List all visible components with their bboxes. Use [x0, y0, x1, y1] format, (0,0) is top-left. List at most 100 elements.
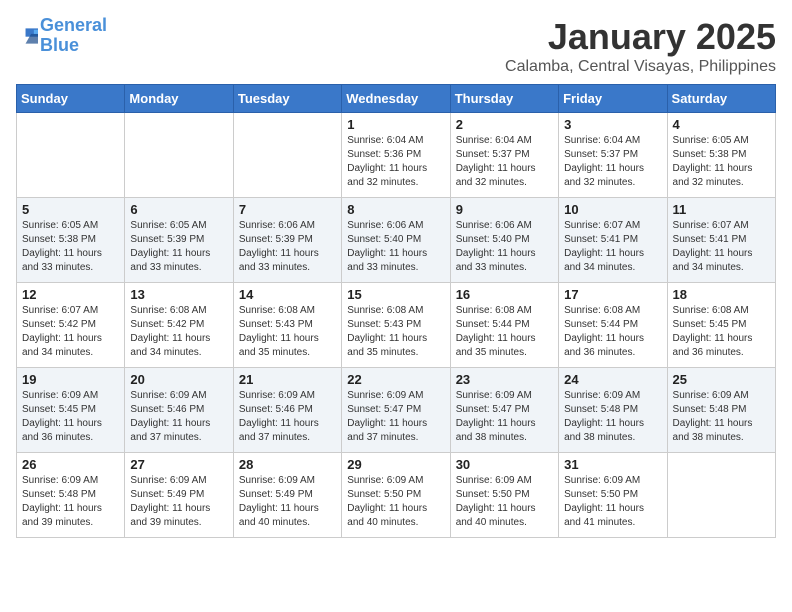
location-title: Calamba, Central Visayas, Philippines [505, 58, 776, 76]
day-number: 8 [347, 202, 444, 217]
cell-info: Sunrise: 6:07 AM Sunset: 5:41 PM Dayligh… [564, 219, 661, 275]
cell-info: Sunrise: 6:09 AM Sunset: 5:48 PM Dayligh… [22, 474, 119, 530]
header: General Blue January 2025 Calamba, Centr… [16, 16, 776, 76]
logo-icon [18, 27, 40, 45]
week-row-2: 5 Sunrise: 6:05 AM Sunset: 5:38 PM Daylig… [17, 198, 776, 283]
logo: General Blue [16, 16, 107, 56]
day-number: 11 [673, 202, 770, 217]
day-number: 10 [564, 202, 661, 217]
day-cell: 16 Sunrise: 6:08 AM Sunset: 5:44 PM Dayli… [450, 283, 558, 368]
day-number: 27 [130, 457, 227, 472]
cell-info: Sunrise: 6:05 AM Sunset: 5:38 PM Dayligh… [673, 134, 770, 190]
day-cell: 17Sunrise: 6:08 AM Sunset: 5:44 PM Dayli… [559, 283, 667, 368]
cell-info: Sunrise: 6:09 AM Sunset: 5:46 PM Dayligh… [130, 389, 227, 445]
day-cell: 2 Sunrise: 6:04 AM Sunset: 5:37 PM Daylig… [450, 113, 558, 198]
day-cell: 6 Sunrise: 6:05 AM Sunset: 5:39 PM Daylig… [125, 198, 233, 283]
cell-info: Sunrise: 6:08 AM Sunset: 5:44 PM Dayligh… [456, 304, 553, 360]
cell-info: Sunrise: 6:08 AM Sunset: 5:42 PM Dayligh… [130, 304, 227, 360]
day-cell [233, 113, 341, 198]
day-number: 28 [239, 457, 336, 472]
col-header-tuesday: Tuesday [233, 85, 341, 113]
day-number: 4 [673, 117, 770, 132]
day-cell: 18 Sunrise: 6:08 AM Sunset: 5:45 PM Dayli… [667, 283, 775, 368]
day-number: 23 [456, 372, 553, 387]
day-cell: 8 Sunrise: 6:06 AM Sunset: 5:40 PM Daylig… [342, 198, 450, 283]
day-number: 3 [564, 117, 661, 132]
day-cell: 15 Sunrise: 6:08 AM Sunset: 5:43 PM Dayli… [342, 283, 450, 368]
day-number: 25 [673, 372, 770, 387]
day-cell: 31 Sunrise: 6:09 AM Sunset: 5:50 PM Dayli… [559, 453, 667, 538]
title-area: January 2025 Calamba, Central Visayas, P… [505, 16, 776, 76]
cell-info: Sunrise: 6:09 AM Sunset: 5:49 PM Dayligh… [130, 474, 227, 530]
day-number: 7 [239, 202, 336, 217]
cell-info: Sunrise: 6:07 AM Sunset: 5:41 PM Dayligh… [673, 219, 770, 275]
day-number: 2 [456, 117, 553, 132]
day-cell: 24 Sunrise: 6:09 AM Sunset: 5:48 PM Dayli… [559, 368, 667, 453]
week-row-1: 1 Sunrise: 6:04 AM Sunset: 5:36 PM Daylig… [17, 113, 776, 198]
logo-text: General Blue [40, 16, 107, 56]
day-cell: 22Sunrise: 6:09 AM Sunset: 5:47 PM Dayli… [342, 368, 450, 453]
week-row-3: 12 Sunrise: 6:07 AM Sunset: 5:42 PM Dayli… [17, 283, 776, 368]
day-number: 12 [22, 287, 119, 302]
day-cell: 9Sunrise: 6:06 AM Sunset: 5:40 PM Daylig… [450, 198, 558, 283]
calendar-table: SundayMondayTuesdayWednesdayThursdayFrid… [16, 84, 776, 538]
cell-info: Sunrise: 6:08 AM Sunset: 5:43 PM Dayligh… [239, 304, 336, 360]
cell-info: Sunrise: 6:04 AM Sunset: 5:37 PM Dayligh… [456, 134, 553, 190]
cell-info: Sunrise: 6:04 AM Sunset: 5:36 PM Dayligh… [347, 134, 444, 190]
day-cell: 29 Sunrise: 6:09 AM Sunset: 5:50 PM Dayli… [342, 453, 450, 538]
cell-info: Sunrise: 6:09 AM Sunset: 5:49 PM Dayligh… [239, 474, 336, 530]
day-number: 21 [239, 372, 336, 387]
col-header-sunday: Sunday [17, 85, 125, 113]
day-cell: 13 Sunrise: 6:08 AM Sunset: 5:42 PM Dayli… [125, 283, 233, 368]
cell-info: Sunrise: 6:09 AM Sunset: 5:45 PM Dayligh… [22, 389, 119, 445]
cell-info: Sunrise: 6:06 AM Sunset: 5:39 PM Dayligh… [239, 219, 336, 275]
day-cell: 19 Sunrise: 6:09 AM Sunset: 5:45 PM Dayli… [17, 368, 125, 453]
day-cell: 20Sunrise: 6:09 AM Sunset: 5:46 PM Dayli… [125, 368, 233, 453]
cell-info: Sunrise: 6:09 AM Sunset: 5:50 PM Dayligh… [456, 474, 553, 530]
day-cell [125, 113, 233, 198]
day-cell: 23 Sunrise: 6:09 AM Sunset: 5:47 PM Dayli… [450, 368, 558, 453]
day-number: 6 [130, 202, 227, 217]
day-cell: 10 Sunrise: 6:07 AM Sunset: 5:41 PM Dayli… [559, 198, 667, 283]
day-number: 29 [347, 457, 444, 472]
cell-info: Sunrise: 6:09 AM Sunset: 5:47 PM Dayligh… [347, 389, 444, 445]
day-number: 13 [130, 287, 227, 302]
col-header-wednesday: Wednesday [342, 85, 450, 113]
day-number: 5 [22, 202, 119, 217]
cell-info: Sunrise: 6:05 AM Sunset: 5:38 PM Dayligh… [22, 219, 119, 275]
cell-info: Sunrise: 6:08 AM Sunset: 5:45 PM Dayligh… [673, 304, 770, 360]
day-number: 24 [564, 372, 661, 387]
day-cell [667, 453, 775, 538]
day-number: 19 [22, 372, 119, 387]
cell-info: Sunrise: 6:09 AM Sunset: 5:47 PM Dayligh… [456, 389, 553, 445]
day-cell: 26Sunrise: 6:09 AM Sunset: 5:48 PM Dayli… [17, 453, 125, 538]
cell-info: Sunrise: 6:05 AM Sunset: 5:39 PM Dayligh… [130, 219, 227, 275]
cell-info: Sunrise: 6:09 AM Sunset: 5:48 PM Dayligh… [564, 389, 661, 445]
col-header-saturday: Saturday [667, 85, 775, 113]
col-header-thursday: Thursday [450, 85, 558, 113]
day-number: 15 [347, 287, 444, 302]
day-number: 30 [456, 457, 553, 472]
cell-info: Sunrise: 6:06 AM Sunset: 5:40 PM Dayligh… [456, 219, 553, 275]
day-number: 14 [239, 287, 336, 302]
cell-info: Sunrise: 6:04 AM Sunset: 5:37 PM Dayligh… [564, 134, 661, 190]
day-number: 16 [456, 287, 553, 302]
day-number: 1 [347, 117, 444, 132]
day-cell: 27 Sunrise: 6:09 AM Sunset: 5:49 PM Dayli… [125, 453, 233, 538]
day-cell: 7 Sunrise: 6:06 AM Sunset: 5:39 PM Daylig… [233, 198, 341, 283]
day-cell: 1 Sunrise: 6:04 AM Sunset: 5:36 PM Daylig… [342, 113, 450, 198]
day-cell [17, 113, 125, 198]
cell-info: Sunrise: 6:07 AM Sunset: 5:42 PM Dayligh… [22, 304, 119, 360]
day-cell: 21 Sunrise: 6:09 AM Sunset: 5:46 PM Dayli… [233, 368, 341, 453]
cell-info: Sunrise: 6:09 AM Sunset: 5:46 PM Dayligh… [239, 389, 336, 445]
cell-info: Sunrise: 6:08 AM Sunset: 5:43 PM Dayligh… [347, 304, 444, 360]
cell-info: Sunrise: 6:09 AM Sunset: 5:50 PM Dayligh… [564, 474, 661, 530]
cell-info: Sunrise: 6:09 AM Sunset: 5:50 PM Dayligh… [347, 474, 444, 530]
cell-info: Sunrise: 6:06 AM Sunset: 5:40 PM Dayligh… [347, 219, 444, 275]
day-cell: 28 Sunrise: 6:09 AM Sunset: 5:49 PM Dayli… [233, 453, 341, 538]
day-number: 31 [564, 457, 661, 472]
col-header-friday: Friday [559, 85, 667, 113]
cell-info: Sunrise: 6:08 AM Sunset: 5:44 PM Dayligh… [564, 304, 661, 360]
day-number: 18 [673, 287, 770, 302]
day-cell: 12 Sunrise: 6:07 AM Sunset: 5:42 PM Dayli… [17, 283, 125, 368]
